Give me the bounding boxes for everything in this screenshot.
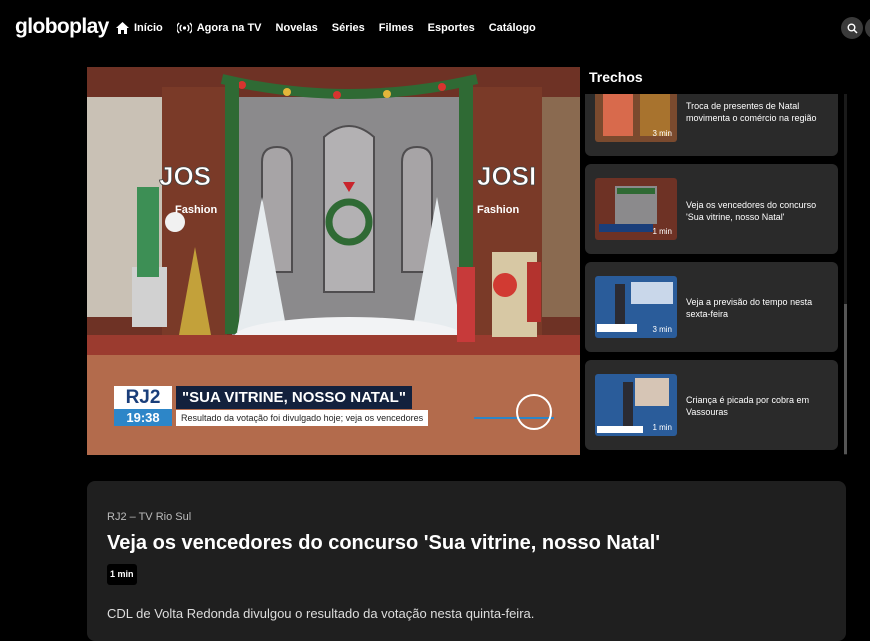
clip-duration: 1 min (652, 423, 672, 432)
channel-watermark-icon (516, 394, 552, 430)
clip-thumbnail[interactable]: 3 min (595, 94, 677, 142)
program-name[interactable]: RJ2 – TV Rio Sul (107, 511, 191, 523)
nav-label-inicio: Início (134, 22, 163, 34)
nav-item-series[interactable]: Séries (332, 22, 365, 34)
clips-list: 3 min Troca de presentes de Natal movime… (585, 94, 838, 455)
clip-card[interactable]: 3 min Troca de presentes de Natal movime… (585, 94, 838, 156)
nav-label-agora-na-tv: Agora na TV (196, 22, 262, 34)
profile-button[interactable] (865, 17, 870, 39)
clip-card[interactable]: 1 min Criança é picada por cobra em Vass… (585, 360, 838, 450)
clip-card[interactable]: 1 min Veja os vencedores do concurso 'Su… (585, 164, 838, 254)
video-description: CDL de Volta Redonda divulgou o resultad… (107, 606, 535, 621)
clip-duration: 3 min (652, 129, 672, 138)
svg-text:JOS: JOS (159, 161, 211, 191)
search-icon (847, 23, 858, 34)
nav-item-inicio[interactable]: Início (116, 22, 163, 34)
main-nav: Início Agora na TV Novelas Séries Filmes… (116, 22, 550, 34)
sidebar-title: Trechos (589, 69, 643, 85)
top-navigation: globoplay Início Agora na TV Novelas Sér… (0, 0, 870, 58)
clip-duration: 3 min (652, 325, 672, 334)
globoplay-logo[interactable]: globoplay (15, 15, 109, 39)
lower-third-subtitle: Resultado da votação foi divulgado hoje;… (176, 410, 429, 426)
video-title: Veja os vencedores do concurso 'Sua vitr… (107, 532, 661, 554)
clip-thumbnail[interactable]: 3 min (595, 276, 677, 338)
clip-title[interactable]: Criança é picada por cobra em Vassouras (686, 394, 831, 418)
svg-text:Fashion: Fashion (175, 204, 217, 216)
home-icon (116, 22, 129, 34)
live-broadcast-icon (176, 22, 192, 34)
clip-thumbnail[interactable]: 1 min (595, 178, 677, 240)
clip-card[interactable]: 3 min Veja a previsão do tempo nesta sex… (585, 262, 838, 352)
clip-duration: 1 min (652, 227, 672, 236)
nav-item-novelas[interactable]: Novelas (276, 22, 318, 34)
clip-thumbnail[interactable]: 1 min (595, 374, 677, 436)
duration-badge: 1 min (107, 564, 137, 585)
nav-item-filmes[interactable]: Filmes (379, 22, 414, 34)
lower-third-headline: "SUA VITRINE, NOSSO NATAL" (176, 386, 412, 409)
clip-title[interactable]: Veja a previsão do tempo nesta sexta-fei… (686, 296, 831, 320)
scrollbar-thumb[interactable] (844, 304, 847, 454)
video-player[interactable]: JOS Fashion JOSI Fashion RJ2 19:38 "SUA … (87, 67, 580, 455)
video-info-panel: RJ2 – TV Rio Sul Veja os vencedores do c… (87, 481, 846, 641)
clip-title[interactable]: Troca de presentes de Natal movimenta o … (686, 100, 831, 124)
nav-item-esportes[interactable]: Esportes (428, 22, 475, 34)
broadcast-time: 19:38 (114, 409, 172, 426)
nav-item-catalogo[interactable]: Catálogo (489, 22, 536, 34)
clip-title[interactable]: Veja os vencedores do concurso 'Sua vitr… (686, 199, 831, 223)
nav-item-agora-na-tv[interactable]: Agora na TV (176, 22, 262, 34)
show-name: RJ2 (114, 386, 172, 409)
rj2-logo: RJ2 19:38 (114, 386, 172, 426)
search-button[interactable] (841, 17, 863, 39)
svg-text:Fashion: Fashion (477, 204, 519, 216)
clips-scrollbar[interactable] (844, 94, 847, 455)
svg-text:JOSI: JOSI (477, 161, 536, 191)
